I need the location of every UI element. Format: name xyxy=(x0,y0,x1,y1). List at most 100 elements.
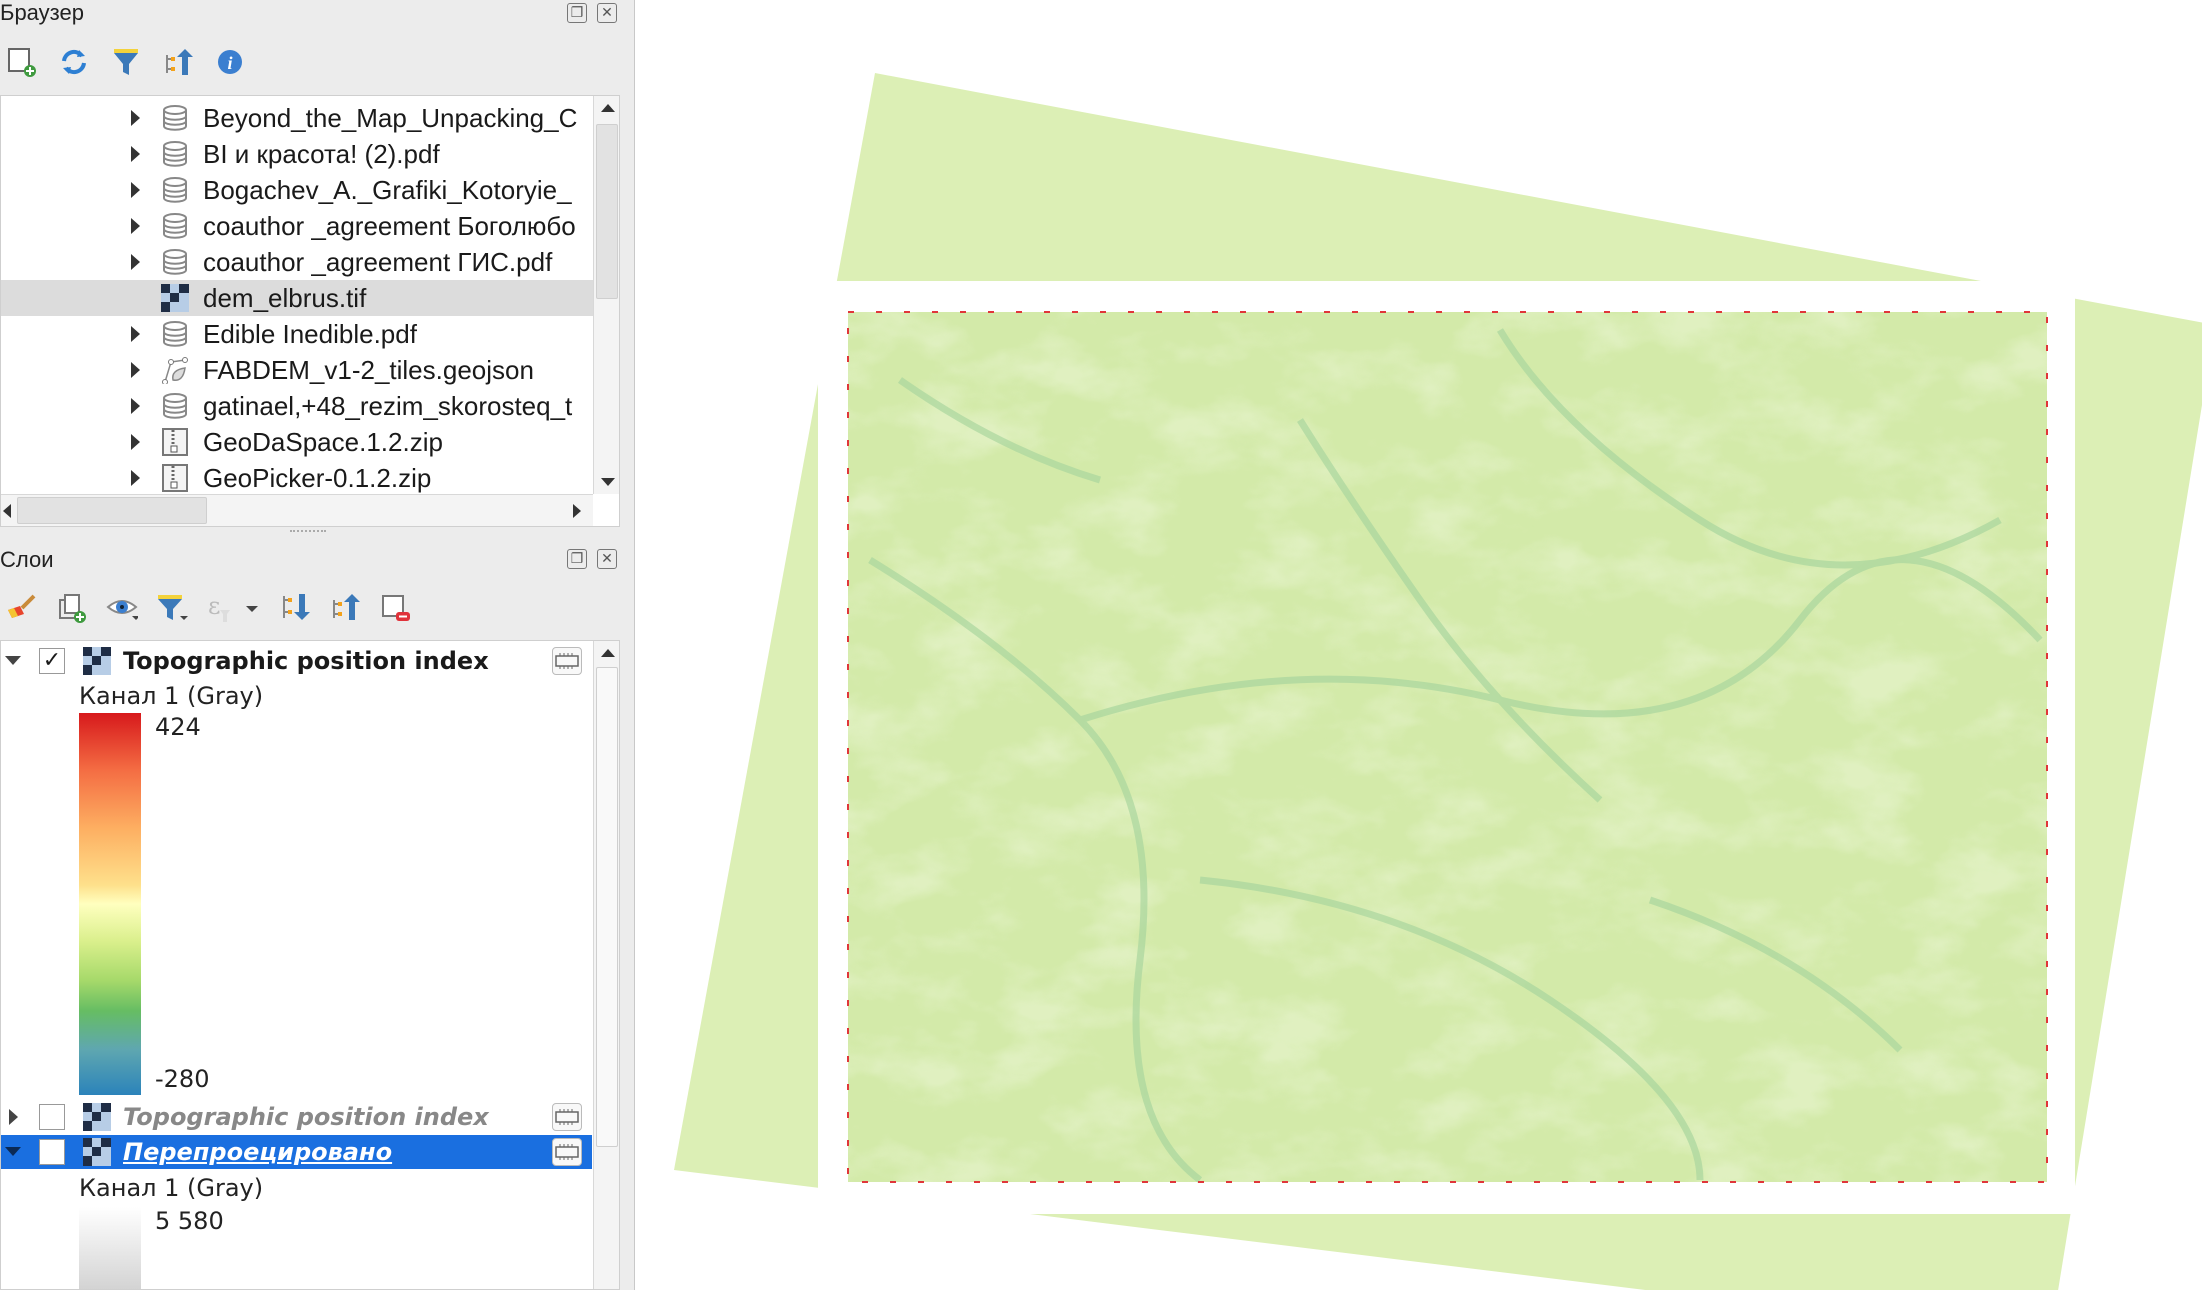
collapse-all-icon[interactable] xyxy=(162,46,194,78)
filter-legend-icon[interactable] xyxy=(156,592,188,624)
expand-arrow-icon[interactable] xyxy=(131,110,140,126)
browser-item[interactable]: coauthor _agreement Боголюбо xyxy=(1,208,593,244)
memory-layer-indicator[interactable] xyxy=(552,1103,582,1131)
expand-all-icon[interactable] xyxy=(280,592,312,624)
layer-row[interactable]: ✓ Topographic position index xyxy=(1,644,592,678)
browser-item[interactable]: FABDEM_v1-2_tiles.geojson xyxy=(1,352,593,388)
browser-panel-title: Браузер xyxy=(0,0,84,25)
layers-tree: ✓ Topographic position index Канал 1 (Gr… xyxy=(0,640,620,1290)
expand-arrow-icon[interactable] xyxy=(131,362,140,378)
scroll-up-icon[interactable] xyxy=(601,104,615,112)
database-icon xyxy=(161,248,189,276)
browser-item[interactable]: Bogachev_A._Grafiki_Kotoryie_ xyxy=(1,172,593,208)
browser-item[interactable]: gatinael,+48_rezim_skorosteq_t xyxy=(1,388,593,424)
h-scroll-thumb[interactable] xyxy=(17,497,207,524)
browser-tree: Beyond_the_Map_Unpacking_C BI и красота! … xyxy=(0,95,620,527)
expand-arrow-icon[interactable] xyxy=(131,182,140,198)
expand-arrow-icon[interactable] xyxy=(131,254,140,270)
browser-horizontal-scrollbar[interactable] xyxy=(1,494,593,526)
info-icon[interactable]: i xyxy=(214,46,246,78)
vector-icon xyxy=(161,356,189,385)
refresh-icon[interactable] xyxy=(58,46,90,78)
browser-item-label: Edible Inedible.pdf xyxy=(203,318,417,349)
browser-item[interactable]: dem_elbrus.tif xyxy=(1,280,593,316)
scroll-right-icon[interactable] xyxy=(573,504,581,518)
legend-max-value: 5 580 xyxy=(155,1207,224,1235)
browser-item-label: Bogachev_A._Grafiki_Kotoryie_ xyxy=(203,174,572,205)
zip-icon xyxy=(161,464,189,492)
band-label: Канал 1 (Gray) xyxy=(79,682,264,710)
expand-arrow-icon[interactable] xyxy=(9,1109,18,1125)
collapse-arrow-icon[interactable] xyxy=(5,1147,21,1156)
browser-item[interactable]: GeoPicker-0.1.2.zip xyxy=(1,460,593,496)
browser-vertical-scrollbar[interactable] xyxy=(593,96,619,494)
database-icon xyxy=(161,176,189,204)
legend-min-value: -280 xyxy=(155,1065,210,1093)
browser-toolbar: i xyxy=(6,46,246,78)
browser-item-label: FABDEM_v1-2_tiles.geojson xyxy=(203,354,534,385)
expression-filter-icon[interactable]: ε xyxy=(206,592,262,624)
scroll-left-icon[interactable] xyxy=(3,504,11,518)
remove-layer-icon[interactable] xyxy=(380,592,412,624)
float-panel-button[interactable]: ❐ xyxy=(567,549,587,569)
visibility-eye-icon[interactable] xyxy=(106,592,138,624)
filter-icon[interactable] xyxy=(110,46,142,78)
float-panel-button[interactable]: ❐ xyxy=(567,3,587,23)
expand-arrow-icon[interactable] xyxy=(131,326,140,342)
svg-text:i: i xyxy=(227,53,232,73)
svg-text:ε: ε xyxy=(208,592,220,620)
scroll-down-icon[interactable] xyxy=(601,478,615,486)
gray-ramp-legend xyxy=(79,1207,141,1289)
raster-layer-icon xyxy=(83,1103,111,1131)
layer-row-selected[interactable]: Перепроецировано xyxy=(1,1135,592,1169)
browser-item[interactable]: Edible Inedible.pdf xyxy=(1,316,593,352)
close-panel-button[interactable]: ✕ xyxy=(597,3,617,23)
browser-item-label: gatinael,+48_rezim_skorosteq_t xyxy=(203,390,573,421)
layer-visibility-checkbox[interactable] xyxy=(39,1104,65,1130)
layers-toolbar: ε xyxy=(6,592,412,624)
style-brush-icon[interactable] xyxy=(6,592,38,624)
scroll-thumb[interactable] xyxy=(596,124,618,299)
database-icon xyxy=(161,392,189,420)
scroll-thumb[interactable] xyxy=(596,667,618,1147)
tpi-raster-ridges xyxy=(848,312,2047,1182)
band-label: Канал 1 (Gray) xyxy=(79,1174,264,1202)
splitter-handle[interactable] xyxy=(290,530,326,532)
layer-row[interactable]: Topographic position index xyxy=(1,1100,592,1134)
browser-item[interactable]: Beyond_the_Map_Unpacking_C xyxy=(1,100,593,136)
expand-arrow-icon[interactable] xyxy=(131,218,140,234)
zip-icon xyxy=(161,428,189,456)
browser-item-label: coauthor _agreement Боголюбо xyxy=(203,210,576,241)
add-layer-icon[interactable] xyxy=(6,46,38,78)
layer-visibility-checkbox[interactable]: ✓ xyxy=(39,648,65,674)
expand-arrow-icon[interactable] xyxy=(131,146,140,162)
layer-visibility-checkbox[interactable] xyxy=(39,1139,65,1165)
expand-arrow-icon[interactable] xyxy=(131,470,140,486)
memory-layer-indicator[interactable] xyxy=(552,647,582,675)
browser-item-label: coauthor _agreement ГИС.pdf xyxy=(203,246,553,277)
map-render xyxy=(674,73,2202,1295)
layer-name: Topographic position index xyxy=(123,1103,489,1131)
layers-panel-title: Слои xyxy=(0,547,54,572)
raster-layer-icon xyxy=(83,647,111,675)
database-icon xyxy=(161,140,189,168)
browser-item[interactable]: GeoDaSpace.1.2.zip xyxy=(1,424,593,460)
collapse-arrow-icon[interactable] xyxy=(5,656,21,665)
browser-item[interactable]: BI и красота! (2).pdf xyxy=(1,136,593,172)
browser-item[interactable]: coauthor _agreement ГИС.pdf xyxy=(1,244,593,280)
close-panel-button[interactable]: ✕ xyxy=(597,549,617,569)
memory-layer-indicator[interactable] xyxy=(552,1138,582,1166)
map-canvas[interactable] xyxy=(636,0,2202,1295)
database-icon xyxy=(161,212,189,240)
collapse-all-icon[interactable] xyxy=(330,592,362,624)
scroll-up-icon[interactable] xyxy=(601,649,615,657)
layers-vertical-scrollbar[interactable] xyxy=(593,641,619,1289)
expand-arrow-icon[interactable] xyxy=(131,434,140,450)
add-group-icon[interactable] xyxy=(56,592,88,624)
browser-item-label: Beyond_the_Map_Unpacking_C xyxy=(203,102,578,133)
browser-item-label: BI и красота! (2).pdf xyxy=(203,138,440,169)
database-icon xyxy=(161,320,189,348)
expand-arrow-icon[interactable] xyxy=(131,398,140,414)
left-dock-panel: Браузер ❐ ✕ i Beyond_the_Map_Unpacking_C… xyxy=(0,0,635,1290)
browser-item-label: GeoDaSpace.1.2.zip xyxy=(203,426,443,457)
